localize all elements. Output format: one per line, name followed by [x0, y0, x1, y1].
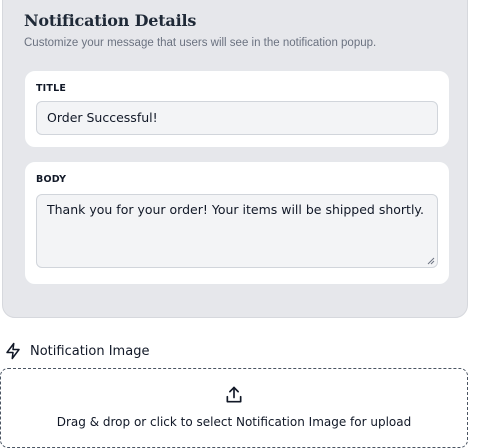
section-title: Notification Image: [30, 343, 150, 359]
body-label: BODY: [36, 174, 67, 185]
body-textarea[interactable]: Thank you for your order! Your items wil…: [36, 194, 438, 268]
lightning-icon: [6, 342, 20, 360]
notification-details-panel: Notification Details Customize your mess…: [2, 0, 468, 318]
image-dropzone[interactable]: Drag & drop or click to select Notificat…: [0, 368, 468, 448]
body-card: BODY Thank you for your order! Your item…: [24, 161, 450, 285]
title-input[interactable]: Order Successful!: [36, 101, 438, 135]
resize-handle-icon[interactable]: [427, 257, 435, 265]
body-text: Thank you for your order! Your items wil…: [47, 202, 425, 217]
notification-image-header: Notification Image: [4, 341, 149, 361]
title-label: TITLE: [36, 83, 67, 94]
dropzone-text: Drag & drop or click to select Notificat…: [56, 415, 412, 429]
title-card: TITLE Order Successful!: [24, 70, 450, 148]
panel-subtitle: Customize your message that users will s…: [24, 37, 377, 49]
panel-title: Notification Details: [24, 11, 197, 30]
upload-icon: [226, 386, 242, 403]
